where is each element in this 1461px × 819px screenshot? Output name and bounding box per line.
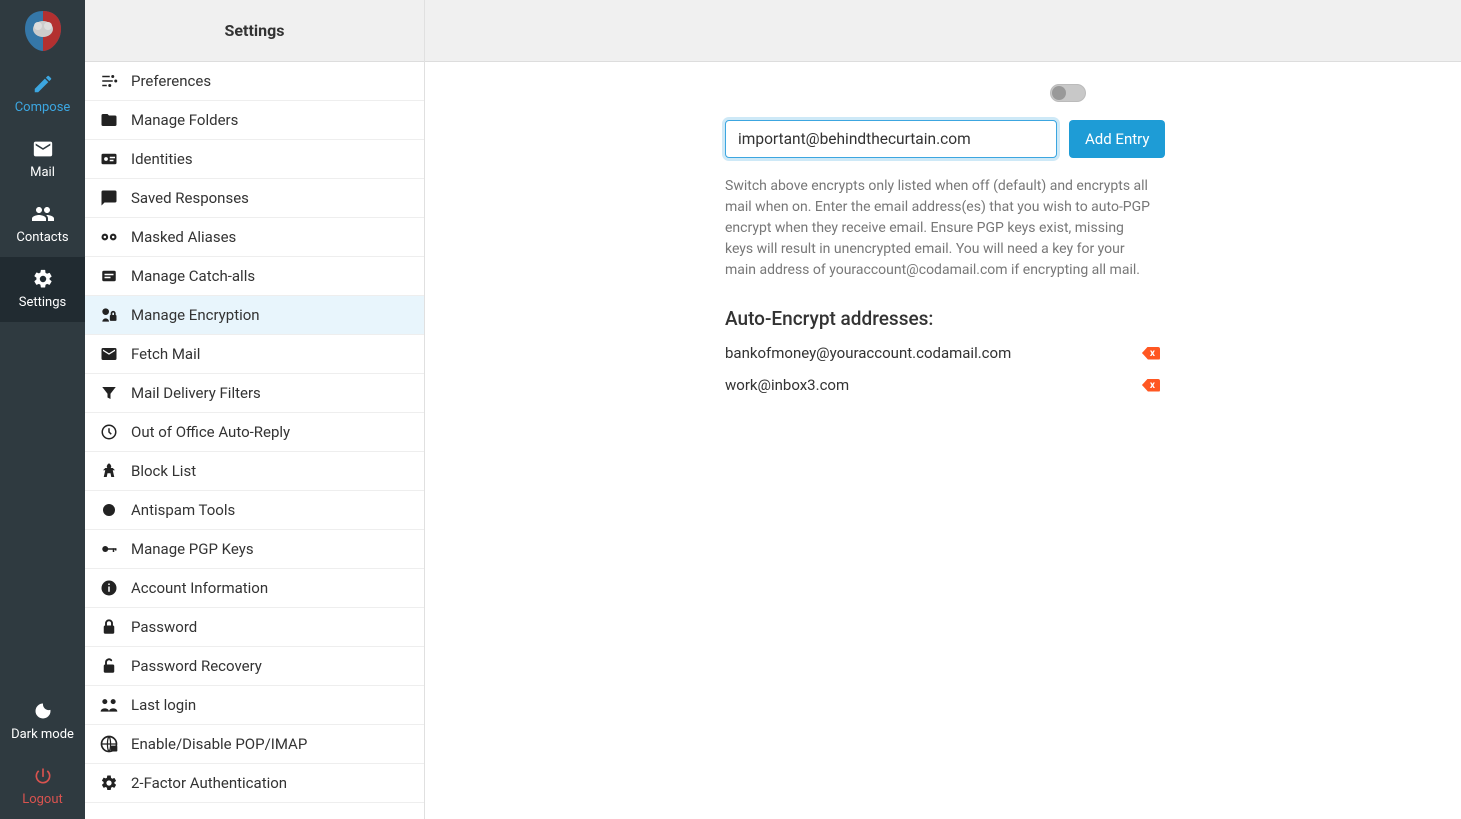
catchalls-icon <box>99 266 119 286</box>
power-icon <box>31 764 55 788</box>
twofa-icon <box>99 773 119 793</box>
compose-icon <box>31 72 55 96</box>
nav-darkmode-label: Dark mode <box>11 727 74 742</box>
settings-item-label: Manage Catch-alls <box>131 267 255 285</box>
app-logo <box>0 0 85 62</box>
settings-item-label: Masked Aliases <box>131 228 236 246</box>
aliases-icon <box>99 227 119 247</box>
encrypt-all-toggle[interactable] <box>1050 84 1086 102</box>
address-row: work@inbox3.comx <box>725 376 1160 394</box>
settings-icon <box>31 267 55 291</box>
settings-item-label: Account Information <box>131 579 268 597</box>
settings-item-label: Saved Responses <box>131 189 249 207</box>
settings-item-account[interactable]: Account Information <box>85 569 424 608</box>
settings-list: Preferences Manage Folders Identities Saved… <box>85 62 424 819</box>
encryption-icon <box>99 305 119 325</box>
address-email: bankofmoney@youraccount.codamail.com <box>725 344 1142 362</box>
primary-sidebar: Compose Mail Contacts Settings Dark mode… <box>0 0 85 819</box>
settings-item-outofoffice[interactable]: Out of Office Auto-Reply <box>85 413 424 452</box>
moon-icon <box>31 699 55 723</box>
nav-logout-label: Logout <box>22 792 63 807</box>
settings-item-encryption[interactable]: Manage Encryption <box>85 296 424 335</box>
nav-settings[interactable]: Settings <box>0 257 85 322</box>
settings-item-pgpkeys[interactable]: Manage PGP Keys <box>85 530 424 569</box>
blocklist-icon <box>99 461 119 481</box>
nav-contacts[interactable]: Contacts <box>0 192 85 257</box>
settings-item-label: Manage Encryption <box>131 306 260 324</box>
folders-icon <box>99 110 119 130</box>
account-icon <box>99 578 119 598</box>
settings-item-aliases[interactable]: Masked Aliases <box>85 218 424 257</box>
settings-item-antispam[interactable]: Antispam Tools <box>85 491 424 530</box>
settings-item-label: Enable/Disable POP/IMAP <box>131 735 307 753</box>
nav-contacts-label: Contacts <box>16 230 68 245</box>
settings-item-popimap[interactable]: Enable/Disable POP/IMAP <box>85 725 424 764</box>
settings-item-twofa[interactable]: 2-Factor Authentication <box>85 764 424 803</box>
settings-item-label: Mail Delivery Filters <box>131 384 261 402</box>
address-email: work@inbox3.com <box>725 376 1142 394</box>
fetch-icon <box>99 344 119 364</box>
delete-address-button[interactable]: x <box>1142 347 1160 360</box>
settings-item-label: Antispam Tools <box>131 501 235 519</box>
settings-item-identities[interactable]: Identities <box>85 140 424 179</box>
settings-item-blocklist[interactable]: Block List <box>85 452 424 491</box>
settings-item-catchalls[interactable]: Manage Catch-alls <box>85 257 424 296</box>
settings-item-label: Identities <box>131 150 193 168</box>
delete-address-button[interactable]: x <box>1142 379 1160 392</box>
nav-compose-label: Compose <box>15 100 71 115</box>
settings-item-label: Preferences <box>131 72 211 90</box>
password-icon <box>99 617 119 637</box>
nav-mail-label: Mail <box>30 165 55 180</box>
address-input[interactable] <box>725 120 1057 158</box>
settings-item-filters[interactable]: Mail Delivery Filters <box>85 374 424 413</box>
nav-compose[interactable]: Compose <box>0 62 85 127</box>
pgpkeys-icon <box>99 539 119 559</box>
settings-item-label: Manage Folders <box>131 111 238 129</box>
settings-item-label: Block List <box>131 462 196 480</box>
settings-item-fetch[interactable]: Fetch Mail <box>85 335 424 374</box>
add-entry-button[interactable]: Add Entry <box>1069 120 1165 158</box>
auto-encrypt-heading: Auto-Encrypt addresses: <box>725 307 1421 330</box>
filters-icon <box>99 383 119 403</box>
main-content: Add Entry Switch above encrypts only lis… <box>425 0 1461 819</box>
settings-header: Settings <box>85 0 424 62</box>
responses-icon <box>99 188 119 208</box>
antispam-icon <box>99 500 119 520</box>
nav-mail[interactable]: Mail <box>0 127 85 192</box>
settings-item-label: Password Recovery <box>131 657 262 675</box>
nav-settings-label: Settings <box>19 295 66 310</box>
encryption-description: Switch above encrypts only listed when o… <box>725 176 1155 281</box>
address-row: bankofmoney@youraccount.codamail.comx <box>725 344 1160 362</box>
recovery-icon <box>99 656 119 676</box>
address-list: bankofmoney@youraccount.codamail.comxwor… <box>725 344 1421 394</box>
main-header <box>425 0 1461 62</box>
settings-column: Settings Preferences Manage Folders Identi… <box>85 0 425 819</box>
contacts-icon <box>31 202 55 226</box>
nav-logout[interactable]: Logout <box>0 754 85 819</box>
popimap-icon <box>99 734 119 754</box>
settings-item-lastlogin[interactable]: Last login <box>85 686 424 725</box>
outofoffice-icon <box>99 422 119 442</box>
settings-item-preferences[interactable]: Preferences <box>85 62 424 101</box>
settings-item-recovery[interactable]: Password Recovery <box>85 647 424 686</box>
mail-icon <box>31 137 55 161</box>
nav-darkmode[interactable]: Dark mode <box>0 689 85 754</box>
settings-item-label: Manage PGP Keys <box>131 540 254 558</box>
settings-item-responses[interactable]: Saved Responses <box>85 179 424 218</box>
preferences-icon <box>99 71 119 91</box>
settings-item-label: 2-Factor Authentication <box>131 774 287 792</box>
lastlogin-icon <box>99 695 119 715</box>
settings-item-label: Last login <box>131 696 196 714</box>
settings-item-password[interactable]: Password <box>85 608 424 647</box>
settings-item-label: Password <box>131 618 197 636</box>
identities-icon <box>99 149 119 169</box>
settings-item-label: Fetch Mail <box>131 345 200 363</box>
settings-item-label: Out of Office Auto-Reply <box>131 423 290 441</box>
settings-item-folders[interactable]: Manage Folders <box>85 101 424 140</box>
